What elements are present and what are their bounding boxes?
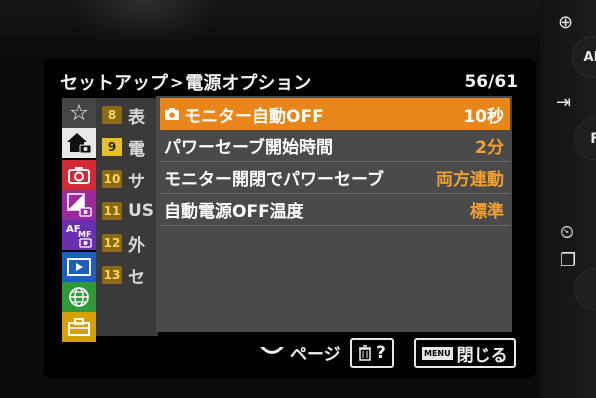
- page-hint[interactable]: ページ: [258, 338, 341, 366]
- page-hint-label: ページ: [290, 344, 341, 365]
- tab-af[interactable]: AF MF: [62, 220, 96, 250]
- lcd-screen: セットアップ > 電源オプション 56/61 ☆ AF MF 8 表 9 電 1…: [44, 58, 536, 378]
- tab-playback[interactable]: [62, 252, 96, 282]
- menu-item-label: モニター開閉でパワーセーブ: [164, 170, 384, 190]
- breadcrumb-parent: セットアップ: [60, 73, 168, 94]
- submenu-item[interactable]: 11 US: [102, 196, 154, 226]
- menu-key-icon: MENU: [422, 346, 453, 360]
- submenu-number: 8: [102, 106, 122, 124]
- menu-item-label: 自動電源OFF温度: [164, 202, 304, 222]
- menu-item-auto-power-off-temp[interactable]: 自動電源OFF温度 標準: [160, 194, 510, 226]
- submenu-label: セ: [128, 267, 145, 288]
- menu-item-monitor-auto-off[interactable]: モニター自動OFF 10秒: [160, 98, 510, 130]
- menu-item-monitor-open-close[interactable]: モニター開閉でパワーセーブ 両方連動: [160, 162, 510, 194]
- af-label: AF: [583, 49, 596, 65]
- submenu-label: 外: [128, 235, 145, 256]
- menu-item-value: 両方連動: [436, 170, 504, 190]
- menu-item-label: モニター自動OFF: [184, 106, 324, 127]
- breadcrumb-separator: >: [170, 72, 184, 92]
- control-wheel-icon: [260, 347, 284, 354]
- menu-panel: モニター自動OFF 10秒 パワーセーブ開始時間 2分 モニター開閉でパワーセー…: [156, 96, 512, 332]
- star-icon: ☆: [69, 100, 89, 126]
- menu-item-value: 標準: [470, 202, 504, 222]
- tab-exposure[interactable]: [62, 190, 96, 220]
- camera-icon: [68, 167, 90, 184]
- submenu-label: 電: [128, 139, 145, 160]
- home-camera-icon: [67, 133, 92, 154]
- category-tabs: ☆ AF MF: [62, 98, 96, 342]
- submenu-number: 10: [102, 170, 122, 188]
- submenu-item-active[interactable]: 9 電: [102, 132, 145, 162]
- help-button[interactable]: ?: [350, 338, 394, 368]
- menu-item-value: 10秒: [463, 106, 504, 127]
- submenu-item[interactable]: 12 外: [102, 228, 145, 258]
- tab-shooting[interactable]: [62, 128, 96, 158]
- drive-mode-icon[interactable]: ❐: [560, 250, 576, 271]
- submenu-label: US: [128, 201, 155, 221]
- tab-camera[interactable]: [62, 160, 96, 190]
- svg-text:MF: MF: [78, 230, 91, 239]
- tab-favorites[interactable]: ☆: [62, 98, 96, 128]
- help-label: ?: [376, 343, 386, 363]
- submenu-label: 表: [128, 107, 145, 128]
- page-title: 電源オプション: [185, 73, 312, 94]
- tab-network[interactable]: [62, 282, 96, 312]
- menu-item-power-save-start[interactable]: パワーセーブ開始時間 2分: [160, 130, 510, 162]
- menu-item-label-wrap: モニター自動OFF: [160, 102, 324, 127]
- hint-bar: ページ ? MENU 閉じる: [44, 334, 536, 370]
- submenu-number: 11: [102, 202, 122, 220]
- menu-item-value: 2分: [475, 138, 504, 158]
- menu-item-label: パワーセーブ開始時間: [164, 138, 333, 158]
- close-button[interactable]: MENU 閉じる: [414, 338, 516, 368]
- submenu-item[interactable]: 13 セ: [102, 260, 145, 290]
- fn-label: F: [590, 131, 596, 147]
- submenu-item[interactable]: 10 サ: [102, 164, 145, 194]
- af-mf-camera-icon: AF MF: [66, 224, 92, 248]
- breadcrumb: セットアップ > 電源オプション: [60, 69, 311, 95]
- submenu-number: 12: [102, 234, 122, 252]
- exposure-camera-icon: [67, 193, 92, 217]
- submenu-label: サ: [128, 171, 145, 192]
- submenu-number: 13: [102, 266, 122, 284]
- submenu-number: 9: [102, 138, 122, 156]
- play-icon: [67, 258, 91, 276]
- trash-icon: [359, 345, 371, 361]
- submenu-item[interactable]: 8 表: [102, 100, 145, 130]
- camera-bezel: [70, 0, 220, 40]
- page-indicator: 56/61: [464, 72, 518, 92]
- camera-icon: [165, 108, 179, 120]
- zoom-in-icon[interactable]: ⊕: [558, 12, 573, 33]
- globe-icon: [69, 287, 89, 307]
- close-label: 閉じる: [456, 345, 508, 366]
- submenu-column: 8 表 9 電 10 サ 11 US 12 外 13 セ: [96, 98, 158, 336]
- input-arrow-icon[interactable]: ⇥: [556, 92, 571, 113]
- timer-icon[interactable]: ⏲: [560, 222, 574, 243]
